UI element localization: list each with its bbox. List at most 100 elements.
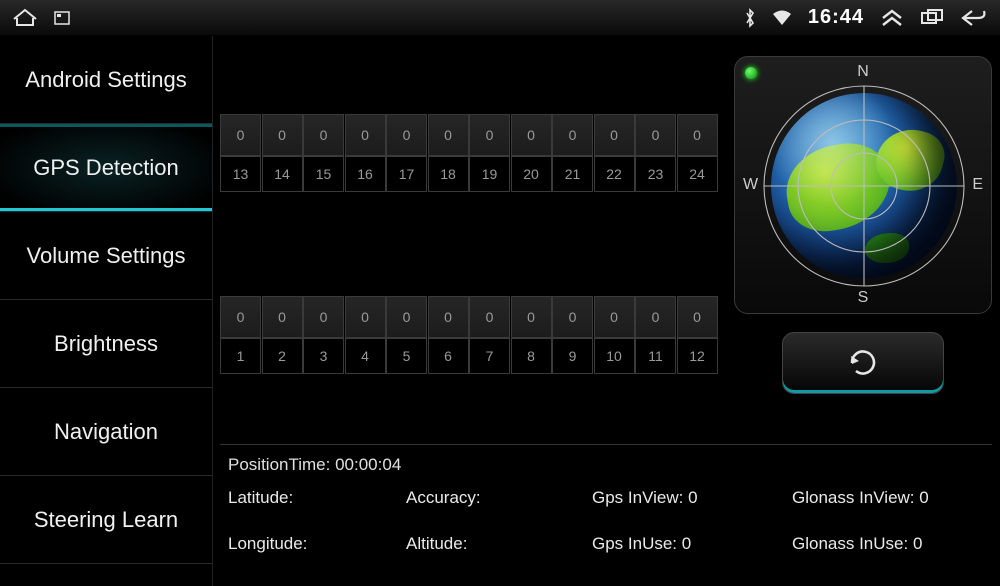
sat-signal-cell: 0	[303, 296, 344, 338]
sat-signal-cell: 0	[345, 114, 386, 156]
sidebar-item-label: GPS Detection	[33, 155, 179, 181]
sat-signal-cell: 0	[677, 296, 718, 338]
sidebar-item-android-settings[interactable]: Android Settings	[0, 36, 212, 124]
sat-signal-cell: 0	[303, 114, 344, 156]
sat-id-row: 1 2 3 4 5 6 7 8 9 10 11 12	[220, 338, 718, 374]
sidebar-item-navigation[interactable]: Navigation	[0, 388, 212, 476]
sat-signal-cell: 0	[552, 114, 593, 156]
sat-signal-cell: 0	[262, 114, 303, 156]
sat-id-cell: 17	[386, 156, 427, 192]
wifi-icon	[772, 10, 792, 26]
glonass-satellite-grid: 0 0 0 0 0 0 0 0 0 0 0 0 13 14 15 16 17 1…	[220, 114, 718, 192]
screenshot-icon	[54, 11, 70, 25]
sat-id-cell: 15	[303, 156, 344, 192]
position-time-label: PositionTime:	[228, 455, 330, 474]
sat-id-cell: 9	[552, 338, 593, 374]
divider	[212, 36, 213, 586]
sat-signal-cell: 0	[386, 296, 427, 338]
sat-signal-cell: 0	[552, 296, 593, 338]
sat-signal-cell: 0	[594, 296, 635, 338]
gps-inview-value: 0	[688, 488, 697, 507]
glonass-inview-label: Glonass InView:	[792, 488, 915, 507]
info-row: Latitude: Accuracy: Gps InView: 0 Glonas…	[220, 475, 992, 521]
globe-icon	[771, 93, 957, 279]
sat-id-cell: 12	[677, 338, 718, 374]
sat-id-cell: 6	[428, 338, 469, 374]
sat-id-cell: 21	[552, 156, 593, 192]
sidebar-item-brightness[interactable]: Brightness	[0, 300, 212, 388]
sat-id-cell: 14	[262, 156, 303, 192]
sat-signal-row: 0 0 0 0 0 0 0 0 0 0 0 0	[220, 296, 718, 338]
sat-signal-cell: 0	[594, 114, 635, 156]
gps-inuse-label: Gps InUse:	[592, 534, 677, 553]
longitude-label: Longitude:	[228, 534, 307, 553]
accuracy-label: Accuracy:	[406, 488, 481, 507]
position-time-value: 00:00:04	[335, 455, 401, 474]
collapse-up-icon[interactable]	[880, 9, 904, 27]
sat-signal-cell: 0	[262, 296, 303, 338]
sidebar: Android Settings GPS Detection Volume Se…	[0, 36, 212, 586]
sat-signal-cell: 0	[220, 296, 261, 338]
compass-west: W	[743, 176, 758, 194]
altitude-label: Altitude:	[406, 534, 467, 553]
glonass-inuse-label: Glonass InUse:	[792, 534, 908, 553]
status-bar: 16:44	[0, 0, 1000, 36]
gps-inuse-value: 0	[682, 534, 691, 553]
sat-signal-cell: 0	[511, 296, 552, 338]
sat-signal-cell: 0	[635, 296, 676, 338]
sat-id-cell: 4	[345, 338, 386, 374]
home-icon	[12, 8, 38, 28]
sat-id-cell: 2	[262, 338, 303, 374]
sat-id-cell: 13	[220, 156, 261, 192]
compass-north: N	[857, 63, 869, 81]
sat-id-cell: 8	[511, 338, 552, 374]
sidebar-item-label: Steering Learn	[34, 507, 178, 533]
status-led-icon	[745, 67, 757, 79]
satellite-sky-view: N S W E	[734, 56, 992, 314]
sat-signal-cell: 0	[511, 114, 552, 156]
main: Android Settings GPS Detection Volume Se…	[0, 36, 1000, 586]
sidebar-item-label: Brightness	[54, 331, 158, 357]
sidebar-item-label: Volume Settings	[27, 243, 186, 269]
sat-id-row: 13 14 15 16 17 18 19 20 21 22 23 24	[220, 156, 718, 192]
back-icon[interactable]	[960, 9, 988, 27]
bluetooth-icon	[744, 8, 756, 28]
gps-satellite-grid: 0 0 0 0 0 0 0 0 0 0 0 0 1 2 3 4 5 6 7	[220, 296, 718, 374]
clock: 16:44	[808, 6, 864, 29]
recent-apps-icon[interactable]	[920, 9, 944, 27]
sat-signal-cell: 0	[635, 114, 676, 156]
sat-id-cell: 24	[677, 156, 718, 192]
sat-signal-cell: 0	[386, 114, 427, 156]
gps-inview-label: Gps InView:	[592, 488, 683, 507]
sat-id-cell: 19	[469, 156, 510, 192]
sat-signal-cell: 0	[469, 114, 510, 156]
info-row: Longitude: Altitude: Gps InUse: 0 Glonas…	[220, 521, 992, 567]
sat-id-cell: 3	[303, 338, 344, 374]
content: 0 0 0 0 0 0 0 0 0 0 0 0 13 14 15 16 17 1…	[212, 36, 1000, 586]
sat-id-cell: 11	[635, 338, 676, 374]
sat-signal-cell: 0	[428, 296, 469, 338]
sat-id-cell: 16	[345, 156, 386, 192]
sidebar-item-gps-detection[interactable]: GPS Detection	[0, 124, 212, 212]
latitude-label: Latitude:	[228, 488, 293, 507]
sat-id-cell: 5	[386, 338, 427, 374]
position-info: PositionTime: 00:00:04 Latitude: Accurac…	[220, 444, 992, 586]
compass-south: S	[858, 289, 869, 307]
sidebar-item-steering-learn[interactable]: Steering Learn	[0, 476, 212, 564]
position-time: PositionTime: 00:00:04	[220, 445, 992, 475]
sat-id-cell: 23	[635, 156, 676, 192]
glonass-inview-value: 0	[919, 488, 928, 507]
sat-id-cell: 1	[220, 338, 261, 374]
sat-signal-cell: 0	[220, 114, 261, 156]
glonass-inuse-value: 0	[913, 534, 922, 553]
sidebar-item-volume-settings[interactable]: Volume Settings	[0, 212, 212, 300]
sat-id-cell: 18	[428, 156, 469, 192]
sat-id-cell: 10	[594, 338, 635, 374]
sat-signal-cell: 0	[345, 296, 386, 338]
sat-id-cell: 7	[469, 338, 510, 374]
sat-signal-row: 0 0 0 0 0 0 0 0 0 0 0 0	[220, 114, 718, 156]
sat-id-cell: 20	[511, 156, 552, 192]
sat-id-cell: 22	[594, 156, 635, 192]
sidebar-item-label: Navigation	[54, 419, 158, 445]
refresh-button[interactable]	[782, 332, 944, 394]
